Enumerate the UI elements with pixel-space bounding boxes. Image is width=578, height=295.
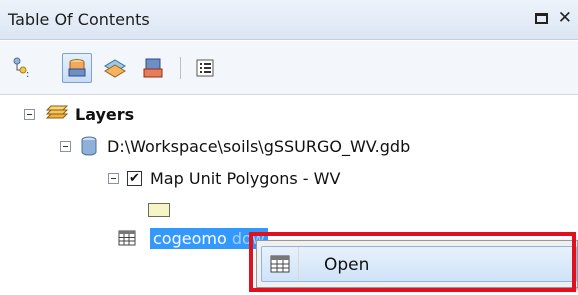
menu-item-open-label: Open (324, 255, 370, 275)
collapse-toggle[interactable] (60, 140, 71, 152)
options-icon (196, 59, 214, 77)
list-by-drawing-order-icon: : (13, 57, 29, 80)
tree-node-database[interactable]: D:\Workspace\soils\gSSURGO_WV.gdb (60, 132, 410, 160)
context-menu: Open (256, 240, 578, 288)
toolbar-separator (180, 57, 181, 79)
close-icon[interactable]: ✕ (558, 9, 572, 27)
database-path-label: D:\Workspace\soils\gSSURGO_WV.gdb (107, 136, 411, 156)
layers-icon (45, 105, 69, 119)
list-by-selection-icon (143, 58, 163, 78)
layer-label: Map Unit Polygons - WV (150, 168, 341, 188)
table-label-selected[interactable]: cogeomo dow (150, 227, 268, 249)
table-icon (118, 230, 136, 246)
title-bar[interactable]: Table Of Contents ✕ (0, 0, 578, 40)
toc-toolbar: : (0, 41, 578, 95)
menu-icon-column (262, 247, 299, 281)
restore-icon[interactable] (534, 12, 548, 24)
tree-node-layer[interactable]: ✔ Map Unit Polygons - WV (108, 164, 340, 192)
options-button[interactable] (190, 53, 220, 83)
list-by-visibility-button[interactable] (100, 53, 130, 83)
table-of-contents-window: Table Of Contents ✕ : Layers D:\Workspac… (0, 0, 578, 295)
menu-item-open[interactable]: Open (261, 246, 577, 282)
list-by-selection-button[interactable] (138, 53, 168, 83)
layers-label: Layers (75, 104, 135, 124)
collapse-toggle[interactable] (108, 172, 119, 184)
table-icon (270, 255, 290, 273)
window-title: Table Of Contents (8, 10, 150, 29)
svg-text::: : (26, 69, 29, 80)
list-by-visibility-icon (104, 59, 126, 78)
list-by-source-icon (68, 59, 86, 77)
tree-node-layers[interactable]: Layers (24, 100, 134, 128)
collapse-toggle[interactable] (24, 108, 35, 120)
list-by-source-button[interactable] (62, 53, 92, 83)
symbol-swatch[interactable] (148, 203, 170, 217)
list-by-drawing-order-button[interactable]: : (8, 53, 38, 83)
tree-node-table[interactable]: cogeomo dow (118, 224, 268, 252)
geodatabase-icon (81, 136, 97, 156)
title-buttons: ✕ (534, 7, 572, 29)
layer-visibility-checkbox[interactable]: ✔ (127, 170, 142, 186)
